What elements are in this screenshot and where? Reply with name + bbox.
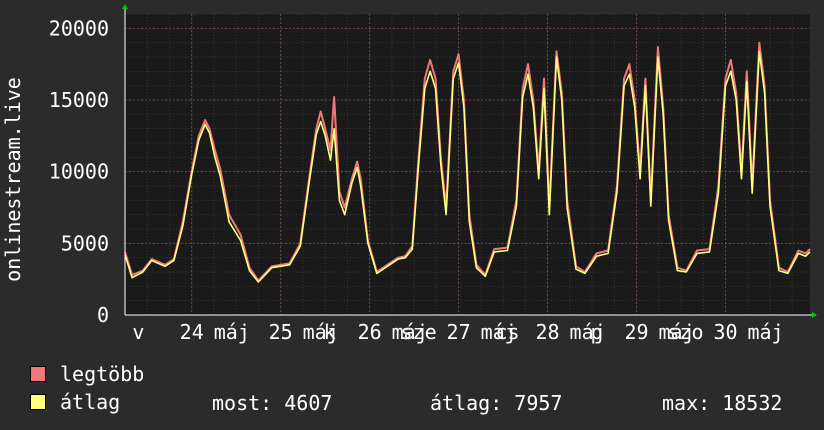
x-tick-label: cs <box>495 320 519 344</box>
x-axis-arrow <box>812 312 817 318</box>
x-tick-label: 28 <box>536 320 560 344</box>
y-tick-label: 15000 <box>49 88 109 112</box>
x-tick-label: p <box>590 320 602 344</box>
x-tick-label: 24 <box>180 320 204 344</box>
x-tick-label: 26 <box>358 320 382 344</box>
y-tick-label: 5000 <box>61 231 109 255</box>
x-tick-label: máj <box>214 320 250 344</box>
x-tick-label: 25 <box>269 320 293 344</box>
x-tick-label: sze <box>401 320 437 344</box>
x-tick-label: máj <box>747 320 783 344</box>
x-tick-label: v <box>132 320 144 344</box>
chart-area: 05000100001500020000v 24 máj 25 májk 26 májsze… <box>1 4 817 344</box>
y-tick-label: 10000 <box>49 160 109 184</box>
x-tick-label: 29 <box>624 320 648 344</box>
x-tick-label: 30 <box>713 320 737 344</box>
y-tick-label: 20000 <box>49 16 109 40</box>
x-tick-label: k <box>324 320 336 344</box>
y-axis-arrow <box>122 4 128 9</box>
y-axis-label: onlinestream.live <box>1 77 25 282</box>
y-tick-label: 0 <box>97 303 109 327</box>
x-tick-label: 27 <box>447 320 471 344</box>
x-tick-label: szo <box>667 320 703 344</box>
